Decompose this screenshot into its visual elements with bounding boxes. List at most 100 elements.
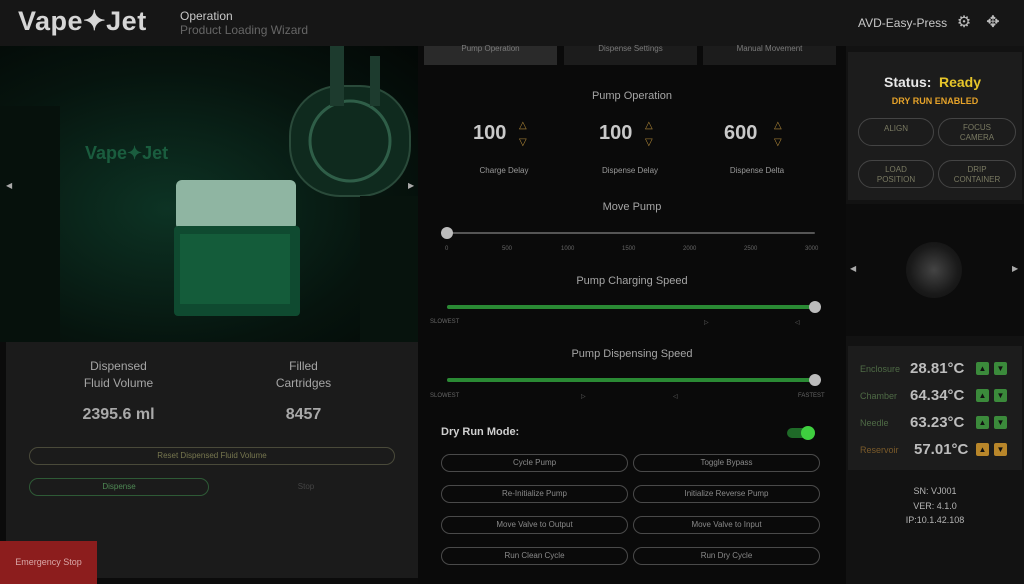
dry-run-toggle[interactable] [787, 426, 815, 440]
reset-volume-button[interactable]: Reset Dispensed Fluid Volume [29, 447, 395, 465]
reservoir-temp: 57.01°C [914, 441, 969, 458]
tick-label: 2000 [683, 246, 697, 252]
tick-mark-icon: ▷ [581, 394, 586, 400]
next-arrow-icon[interactable]: ▶ [1012, 264, 1018, 273]
temp-up-icon[interactable]: ▲ [976, 362, 989, 375]
tick-mark-icon: ▷ [704, 320, 709, 326]
device-name: AVD-Easy-Press [858, 16, 948, 30]
fluid-label-line1: Dispensed [90, 359, 147, 373]
temp-down-icon[interactable]: ▼ [994, 443, 1007, 456]
dispense-delta-up-icon[interactable]: △ [774, 120, 782, 132]
drip-container-line1: DRIP [967, 165, 987, 174]
cartridges-label-line1: Filled [289, 359, 318, 373]
ip-address: IP:10.1.42.108 [905, 515, 965, 525]
cartridges-label: Filled Cartridges [251, 358, 356, 392]
status-value: Ready [939, 74, 982, 90]
page-title: Operation [180, 9, 233, 23]
charging-speed-title: Pump Charging Speed [576, 275, 688, 287]
move-pump-slider[interactable] [447, 232, 815, 234]
page-subtitle[interactable]: Product Loading Wizard [180, 23, 308, 37]
temp-up-icon[interactable]: ▲ [976, 389, 989, 402]
reinitialize-pump-button[interactable]: Re-Initialize Pump [441, 485, 628, 503]
stop-button[interactable]: Stop [216, 478, 396, 496]
tick-label: 1500 [622, 246, 636, 252]
prev-arrow-icon[interactable]: ◀ [850, 264, 856, 273]
dispensing-speed-fill [447, 378, 815, 382]
watermark-logo: Vape✦Jet [85, 143, 169, 163]
drip-container-button[interactable]: DRIP CONTAINER [938, 160, 1016, 188]
charge-delay-down-icon[interactable]: ▽ [519, 137, 527, 149]
needle-label: Needle [860, 418, 889, 428]
right-sidebar: Status: Ready DRY RUN ENABLED ALIGN FOCU… [846, 46, 1024, 584]
temp-up-icon[interactable]: ▲ [976, 443, 989, 456]
serial-number: SN: VJ001 [913, 486, 957, 496]
temp-down-icon[interactable]: ▼ [994, 416, 1007, 429]
run-dry-cycle-button[interactable]: Run Dry Cycle [633, 547, 820, 565]
tab-manual-movement[interactable]: Manual Movement [703, 45, 836, 65]
dispense-button[interactable]: Dispense [29, 478, 209, 496]
tick-label: 500 [502, 246, 513, 252]
fluid-value: 2395.6 ml [82, 406, 155, 423]
status-prefix: Status: [884, 74, 932, 90]
tick-mark-icon: ◁ [673, 394, 678, 400]
camera-feed: Vape✦Jet ◀ ▶ [0, 46, 418, 342]
load-position-line1: LOAD [885, 165, 907, 174]
tick-label: 3000 [805, 246, 819, 252]
dispense-delay-label: Dispense Delay [601, 166, 659, 175]
gear-icon[interactable]: ⚙ [955, 14, 973, 32]
tab-dispense-settings[interactable]: Dispense Settings [564, 45, 697, 65]
tab-pump-operation[interactable]: Pump Operation [424, 45, 557, 65]
cycle-pump-button[interactable]: Cycle Pump [441, 454, 628, 472]
load-position-button[interactable]: LOAD POSITION [858, 160, 934, 188]
reservoir-label: Reservoir [860, 445, 899, 455]
charging-speed-slider[interactable] [447, 305, 815, 309]
cartridges-label-line2: Cartridges [275, 376, 332, 390]
status-panel: Status: Ready DRY RUN ENABLED ALIGN FOCU… [848, 52, 1022, 200]
move-valve-input-button[interactable]: Move Valve to Input [633, 516, 820, 534]
temperature-panel: Enclosure 28.81°C ▲ ▼ Chamber 64.34°C ▲ … [848, 346, 1022, 470]
machine-image [0, 46, 418, 342]
slowest-label: SLOWEST [430, 319, 460, 325]
dispense-delay-up-icon[interactable]: △ [645, 120, 653, 132]
move-valve-output-button[interactable]: Move Valve to Output [441, 516, 628, 534]
fluid-label-line2: Fluid Volume [83, 376, 154, 390]
dispense-delay-down-icon[interactable]: ▽ [645, 137, 653, 149]
next-arrow-icon[interactable]: ▶ [408, 181, 414, 190]
charge-delay-value: 100 [473, 122, 507, 144]
pump-operation-title: Pump Operation [591, 90, 673, 102]
top-bar: Vape✦Jet Operation Product Loading Wizar… [0, 0, 1024, 46]
focus-camera-button[interactable]: FOCUS CAMERA [938, 118, 1016, 146]
toggle-knob [801, 426, 815, 440]
app-logo: Vape✦Jet [18, 6, 147, 36]
dry-run-label: Dry Run Mode: [441, 426, 520, 438]
align-button[interactable]: ALIGN [858, 118, 934, 146]
temp-down-icon[interactable]: ▼ [994, 389, 1007, 402]
version: VER: 4.1.0 [913, 501, 957, 511]
needle-camera-feed: ◀ ▶ [846, 204, 1024, 336]
toggle-bypass-button[interactable]: Toggle Bypass [633, 454, 820, 472]
chamber-temp: 64.34°C [910, 387, 965, 404]
charge-delay-up-icon[interactable]: △ [519, 120, 527, 132]
temp-down-icon[interactable]: ▼ [994, 362, 1007, 375]
main-panel: Pump Operation Dispense Settings Manual … [418, 45, 846, 584]
enclosure-label: Enclosure [860, 364, 901, 374]
run-clean-cycle-button[interactable]: Run Clean Cycle [441, 547, 628, 565]
fastest-label: FASTEST [798, 393, 825, 399]
move-pump-knob[interactable] [441, 227, 453, 239]
initialize-reverse-pump-button[interactable]: Initialize Reverse Pump [633, 485, 820, 503]
enclosure-temp: 28.81°C [910, 360, 965, 377]
charging-speed-fill [447, 305, 815, 309]
emergency-stop-button[interactable]: Emergency Stop [0, 541, 97, 584]
charging-speed-knob[interactable] [809, 301, 821, 313]
temp-up-icon[interactable]: ▲ [976, 416, 989, 429]
dispense-delay-value: 100 [599, 122, 633, 144]
cartridges-value: 8457 [285, 406, 322, 423]
focus-camera-line2: CAMERA [959, 133, 995, 142]
prev-arrow-icon[interactable]: ◀ [6, 181, 12, 190]
slowest-label: SLOWEST [430, 393, 460, 399]
dispense-delta-down-icon[interactable]: ▽ [774, 137, 782, 149]
gamepad-icon[interactable]: ✥ [984, 14, 1002, 32]
dispensing-speed-knob[interactable] [809, 374, 821, 386]
needle-temp: 63.23°C [910, 414, 965, 431]
dispensing-speed-slider[interactable] [447, 378, 815, 382]
